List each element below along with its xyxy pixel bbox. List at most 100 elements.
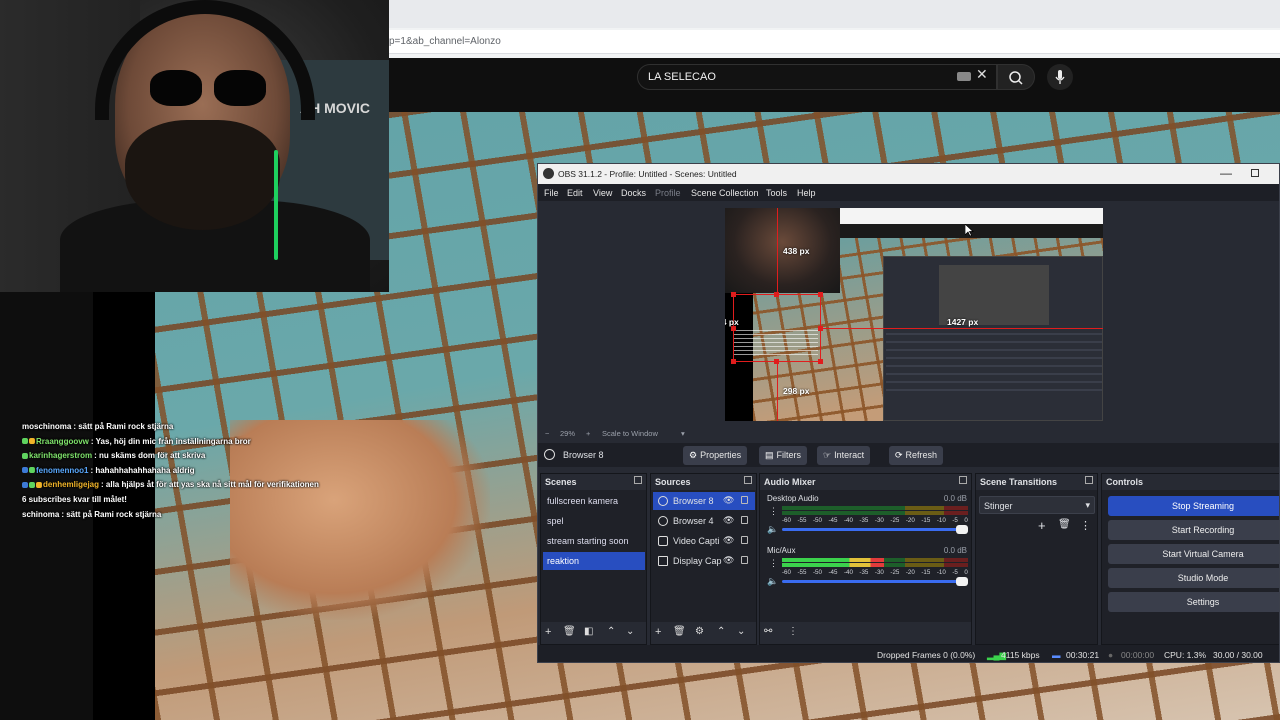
more-options-icon[interactable]: ⋮ — [1080, 519, 1091, 532]
undock-icon[interactable] — [634, 476, 642, 484]
more-options-icon[interactable]: ⋮ — [788, 626, 798, 637]
interact-button[interactable]: ☞ Interact — [817, 446, 871, 465]
clear-search-icon[interactable]: ✕ — [976, 66, 988, 83]
dropped-frames: Dropped Frames 0 (0.0%) — [877, 650, 976, 660]
voice-search-button[interactable] — [1047, 64, 1073, 90]
menu-edit[interactable]: Edit — [567, 188, 583, 198]
chat-text: : Yas, höj din mic från inställningarna … — [90, 436, 251, 446]
zoom-out-button[interactable]: − — [545, 429, 549, 438]
lock-icon[interactable] — [741, 556, 748, 564]
resize-handle[interactable] — [818, 292, 823, 297]
address-bar[interactable] — [389, 30, 1280, 54]
trash-icon[interactable]: 🗑 — [1058, 519, 1071, 530]
move-down-icon[interactable]: ⌄ — [626, 626, 634, 637]
speaker-icon[interactable]: 🔈 — [767, 524, 778, 535]
add-source-icon[interactable]: + — [655, 626, 661, 638]
obs-window: OBS 31.1.2 - Profile: Untitled - Scenes:… — [537, 163, 1280, 663]
lock-icon[interactable] — [741, 516, 748, 524]
source-item[interactable]: Browser 4 👁 — [653, 512, 755, 530]
meter-tick-label: -50 — [812, 517, 822, 524]
undock-icon[interactable] — [959, 476, 967, 484]
status-bar: Dropped Frames 0 (0.0%) ▂▄▆ 4115 kbps ▬ … — [538, 645, 1279, 662]
visibility-icon[interactable]: 👁 — [723, 555, 734, 566]
studio-mode-button[interactable]: Studio Mode — [1108, 568, 1279, 588]
interact-label: Interact — [834, 450, 865, 460]
stop-streaming-button[interactable]: Stop Streaming — [1108, 496, 1279, 516]
move-down-icon[interactable]: ⌄ — [737, 626, 745, 637]
add-transition-icon[interactable]: + — [1038, 518, 1046, 533]
undock-icon[interactable] — [744, 476, 752, 484]
move-up-icon[interactable]: ⌃ — [607, 626, 615, 637]
move-up-icon[interactable]: ⌃ — [717, 626, 725, 637]
speaker-icon[interactable]: 🔈 — [767, 576, 778, 587]
scale-mode-select[interactable]: Scale to Window — [602, 429, 658, 438]
settings-button[interactable]: Settings — [1108, 592, 1279, 612]
menu-file[interactable]: File — [544, 188, 559, 198]
refresh-button[interactable]: ⟳ Refresh — [889, 446, 944, 465]
scenes-header: Scenes — [541, 474, 646, 490]
visibility-icon[interactable]: 👁 — [723, 495, 734, 506]
visibility-icon[interactable]: 👁 — [723, 535, 734, 546]
chat-username: karinhagerstrom — [29, 451, 93, 461]
menu-docks[interactable]: Docks — [621, 188, 646, 198]
gear-icon[interactable]: ⚙ — [695, 626, 704, 637]
menu-help[interactable]: Help — [797, 188, 816, 198]
chevron-down-icon[interactable]: ▾ — [681, 429, 685, 438]
zoom-in-button[interactable]: + — [586, 429, 590, 438]
keyboard-icon[interactable] — [957, 72, 971, 81]
filters-button[interactable]: ▤ Filters — [759, 446, 808, 465]
chat-badge-icon — [22, 438, 28, 445]
preview-canvas[interactable]: 438 px 34 px 1427 px 298 px — [725, 208, 1103, 421]
start-virtual-camera-button[interactable]: Start Virtual Camera — [1108, 544, 1279, 564]
transition-select[interactable]: Stinger ▾ — [979, 496, 1095, 514]
maximize-button[interactable] — [1251, 169, 1259, 177]
start-recording-button[interactable]: Start Recording — [1108, 520, 1279, 540]
properties-button[interactable]: ⚙ Properties — [683, 446, 748, 465]
resize-handle[interactable] — [731, 292, 736, 297]
source-item[interactable]: Video Capti 👁 — [653, 532, 755, 550]
menu-tools[interactable]: Tools — [766, 188, 787, 198]
scene-item-active[interactable]: reaktion — [543, 552, 645, 570]
trash-icon[interactable]: 🗑 — [673, 626, 686, 637]
menu-view[interactable]: View — [593, 188, 612, 198]
search-query[interactable]: LA SELECAO — [648, 71, 716, 83]
minimize-button[interactable]: — — [1220, 166, 1232, 180]
chat-badge-icon — [22, 452, 28, 459]
volume-slider[interactable] — [782, 577, 968, 586]
volume-slider[interactable] — [782, 525, 968, 534]
tab-strip[interactable] — [389, 0, 1280, 28]
scene-item[interactable]: spel — [543, 512, 645, 530]
more-options-icon[interactable]: ⋮ — [769, 506, 778, 517]
search-button[interactable] — [997, 64, 1035, 90]
beard — [125, 120, 280, 230]
scene-item[interactable]: stream starting soon — [543, 532, 645, 550]
chat-message: karinhagerstrom: nu skäms dom för att sk… — [22, 449, 322, 464]
lock-icon[interactable] — [741, 496, 748, 504]
meter-tick-label: -5 — [952, 517, 958, 524]
source-item-active[interactable]: Browser 8 👁 — [653, 492, 755, 510]
resize-handle[interactable] — [818, 359, 823, 364]
scene-item[interactable]: fullscreen kamera — [543, 492, 645, 510]
more-options-icon[interactable]: ⋮ — [769, 558, 778, 569]
obs-titlebar[interactable]: OBS 31.1.2 - Profile: Untitled - Scenes:… — [538, 164, 1279, 184]
filter-icon[interactable]: ◧ — [584, 626, 593, 637]
controls-dock: Controls Stop Streaming Start Recording … — [1101, 473, 1279, 645]
search-input[interactable]: LA SELECAO — [637, 64, 997, 90]
menu-profile[interactable]: Profile — [655, 188, 681, 198]
source-item[interactable]: Display Cap 👁 — [653, 552, 755, 570]
link-icon[interactable]: ⚯ — [764, 626, 772, 637]
mixer-footer: ⚯ ⋮ — [760, 622, 971, 644]
add-scene-icon[interactable]: + — [545, 626, 551, 638]
trash-icon[interactable]: 🗑 — [563, 626, 576, 637]
volume-knob[interactable] — [956, 577, 968, 586]
resize-handle[interactable] — [731, 359, 736, 364]
lock-icon[interactable] — [741, 536, 748, 544]
visibility-icon[interactable]: 👁 — [723, 515, 734, 526]
selection-box[interactable] — [733, 294, 821, 362]
source-name: Display Cap — [673, 556, 722, 566]
volume-knob[interactable] — [956, 525, 968, 534]
undock-icon[interactable] — [1085, 476, 1093, 484]
url-text[interactable]: p=1&ab_channel=Alonzo — [389, 36, 501, 47]
menu-scene-collection[interactable]: Scene Collection — [691, 188, 759, 198]
level-meter — [782, 511, 968, 515]
